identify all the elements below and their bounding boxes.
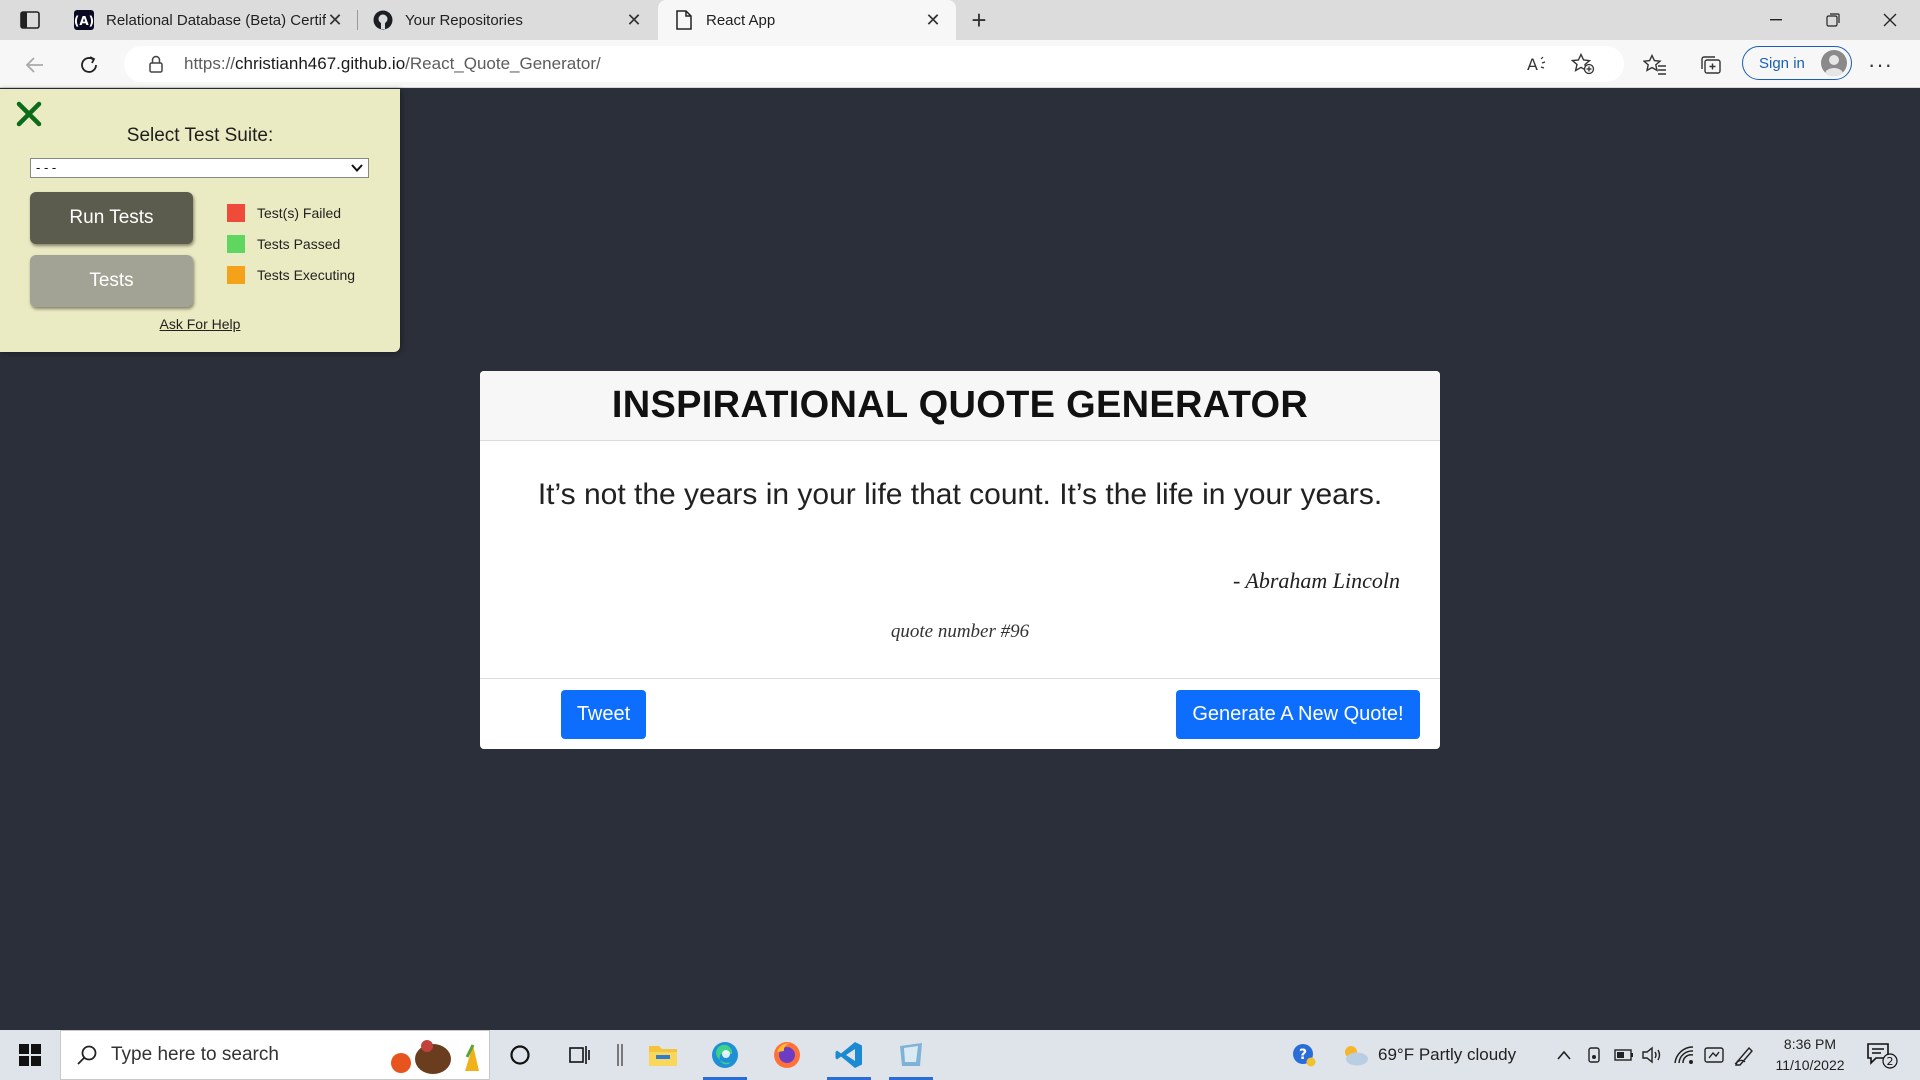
- tab-title: Relational Database (Beta) Certifi: [106, 11, 326, 29]
- cortana-icon[interactable]: [490, 1030, 550, 1080]
- battery-icon[interactable]: [1612, 1043, 1636, 1067]
- quote-number: quote number #96: [890, 621, 1030, 642]
- url-host: christianh467.github.io: [235, 54, 406, 73]
- refresh-icon[interactable]: [74, 50, 104, 80]
- add-favorite-icon[interactable]: [1568, 49, 1598, 79]
- card-title: INSPIRATIONAL QUOTE GENERATOR: [480, 371, 1440, 441]
- legend-passed: Tests Passed: [227, 235, 340, 253]
- legend-executing: Tests Executing: [227, 266, 355, 284]
- sign-in-button[interactable]: Sign in: [1742, 46, 1852, 80]
- search-placeholder: Type here to search: [111, 1044, 279, 1065]
- quote-author: - Abraham Lincoln: [1232, 568, 1400, 593]
- tab-strip: (A) Relational Database (Beta) Certifi ✕…: [0, 0, 1920, 40]
- tweet-button[interactable]: Tweet: [561, 690, 646, 739]
- svg-text:?: ?: [1299, 1047, 1307, 1063]
- back-icon[interactable]: [20, 50, 50, 80]
- fcc-test-panel: Select Test Suite: - - - Run Tests Tests…: [0, 89, 400, 352]
- file-explorer-icon[interactable]: [633, 1030, 693, 1080]
- failed-swatch: [227, 204, 245, 222]
- page-icon: [674, 10, 694, 30]
- run-tests-button[interactable]: Run Tests: [30, 192, 193, 244]
- executing-swatch: [227, 266, 245, 284]
- lock-icon[interactable]: [146, 54, 166, 74]
- vscode-icon[interactable]: [819, 1030, 879, 1080]
- taskbar: Type here to search ? 69°F Partly cloudy…: [0, 1030, 1920, 1080]
- close-tab-icon[interactable]: ✕: [326, 10, 344, 30]
- notification-count: 2: [1887, 1055, 1894, 1068]
- close-tab-icon[interactable]: ✕: [625, 10, 643, 30]
- quote-card: INSPIRATIONAL QUOTE GENERATOR It’s not t…: [480, 371, 1440, 749]
- legend-label: Tests Executing: [257, 267, 356, 283]
- thanksgiving-search-highlight-icon: [391, 1040, 479, 1074]
- svg-text:(A): (A): [74, 14, 94, 28]
- clock-date: 11/10/2022: [1775, 1057, 1845, 1073]
- svg-text:A: A: [1527, 55, 1538, 73]
- page-content: Select Test Suite: - - - Run Tests Tests…: [0, 89, 1920, 1030]
- help-icon[interactable]: ?: [1292, 1043, 1316, 1067]
- chevron-up-icon[interactable]: [1552, 1043, 1576, 1067]
- test-suite-select[interactable]: - - -: [30, 158, 369, 178]
- clock-time: 8:36 PM: [1783, 1036, 1837, 1052]
- select-test-suite-label: Select Test Suite:: [126, 125, 274, 146]
- legend-label: Tests Passed: [257, 236, 341, 252]
- new-tab-icon[interactable]: +: [965, 5, 993, 35]
- quote-text: It’s not the years in your life that cou…: [537, 478, 1383, 511]
- volume-icon[interactable]: [1640, 1043, 1664, 1067]
- card-footer: Tweet Generate A New Quote!: [480, 678, 1440, 749]
- new-quote-button[interactable]: Generate A New Quote!: [1176, 690, 1420, 739]
- tab-title: Your Repositories: [405, 11, 523, 29]
- taskbar-clock[interactable]: 8:36 PM 11/10/2022: [1760, 1034, 1860, 1076]
- freecodecamp-icon: (A): [74, 10, 94, 30]
- wifi-icon[interactable]: [1672, 1043, 1696, 1067]
- tab-react-app[interactable]: React App ✕: [658, 0, 956, 40]
- app-icon[interactable]: [881, 1030, 941, 1080]
- url-text: https://christianh467.github.io/React_Qu…: [184, 54, 601, 74]
- taskbar-search-input[interactable]: Type here to search: [60, 1030, 490, 1080]
- edge-browser-icon[interactable]: [695, 1030, 755, 1080]
- test-suite-selected-value: - - -: [36, 160, 57, 175]
- sign-in-label: Sign in: [1759, 54, 1805, 72]
- legend-failed: Test(s) Failed: [227, 204, 341, 222]
- partly-cloudy-icon[interactable]: [1340, 1043, 1370, 1067]
- search-icon: [77, 1045, 97, 1065]
- profile-avatar-icon: [1821, 50, 1847, 76]
- passed-swatch: [227, 235, 245, 253]
- minimize-icon[interactable]: [1748, 0, 1804, 40]
- navigation-bar: https://christianh467.github.io/React_Qu…: [0, 40, 1920, 88]
- favorites-icon[interactable]: [1640, 50, 1670, 80]
- close-tab-icon[interactable]: ✕: [924, 10, 942, 30]
- collections-icon[interactable]: [1696, 50, 1726, 80]
- tests-button[interactable]: Tests: [30, 255, 193, 307]
- chevron-down-icon: [350, 161, 364, 175]
- meet-now-icon[interactable]: [1702, 1043, 1726, 1067]
- tab-relational-database[interactable]: (A) Relational Database (Beta) Certifi ✕: [58, 0, 358, 40]
- url-scheme: https://: [184, 54, 236, 73]
- tab-your-repositories[interactable]: Your Repositories ✕: [357, 0, 657, 40]
- close-window-icon[interactable]: [1862, 0, 1918, 40]
- tab-title: React App: [706, 11, 776, 29]
- notifications-icon[interactable]: 2: [1866, 1042, 1900, 1070]
- pen-icon[interactable]: [1732, 1043, 1756, 1067]
- tab-actions-icon[interactable]: [18, 9, 42, 31]
- address-bar[interactable]: https://christianh467.github.io/React_Qu…: [124, 46, 1624, 82]
- settings-more-icon[interactable]: ···: [1868, 52, 1893, 78]
- github-icon: [373, 10, 393, 30]
- device-icon[interactable]: [1582, 1043, 1606, 1067]
- weather-text[interactable]: 69°F Partly cloudy: [1378, 1030, 1516, 1080]
- url-path: /React_Quote_Generator/: [405, 54, 601, 73]
- read-aloud-icon[interactable]: A: [1522, 49, 1552, 79]
- windows-start-icon[interactable]: [0, 1030, 60, 1080]
- firefox-icon[interactable]: [757, 1030, 817, 1080]
- legend-label: Test(s) Failed: [257, 205, 342, 221]
- close-icon[interactable]: [16, 101, 42, 127]
- restore-icon[interactable]: [1805, 0, 1861, 40]
- ask-for-help-link[interactable]: Ask For Help: [0, 316, 400, 332]
